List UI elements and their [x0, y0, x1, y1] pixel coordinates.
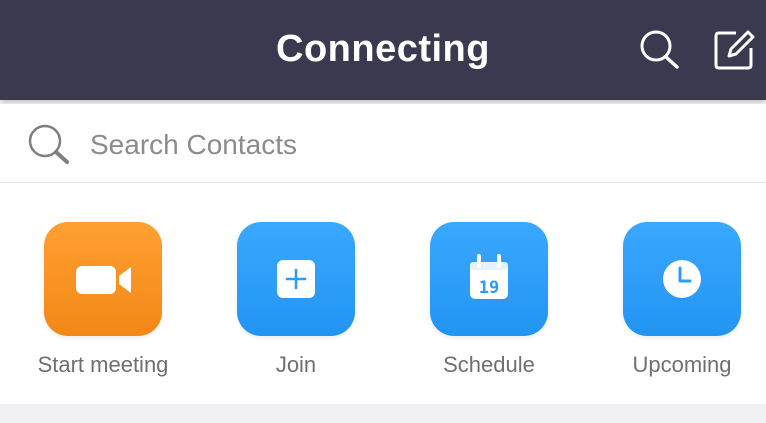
search-contacts-input[interactable] — [88, 126, 732, 164]
join-button[interactable]: Join — [206, 222, 386, 378]
start-meeting-button[interactable]: Start meeting — [13, 222, 193, 378]
quick-actions: Start meeting Join 19 Schedule Upcoming — [0, 222, 766, 392]
video-camera-icon — [76, 266, 131, 294]
compose-icon — [714, 30, 755, 70]
join-label: Join — [275, 352, 317, 377]
calendar-icon: 19 — [470, 254, 508, 299]
schedule-button[interactable]: 19 Schedule — [399, 222, 579, 378]
schedule-tile[interactable]: 19 — [430, 222, 548, 336]
compose-button[interactable] — [710, 26, 758, 74]
schedule-label: Schedule — [443, 352, 535, 377]
start-meeting-tile[interactable] — [44, 222, 162, 336]
section-divider — [0, 404, 766, 423]
upcoming-button[interactable]: Upcoming — [592, 222, 766, 378]
app-header: Connecting — [0, 0, 766, 100]
search-bar — [0, 104, 766, 183]
join-tile[interactable] — [237, 222, 355, 336]
search-icon — [640, 30, 679, 69]
upcoming-tile[interactable] — [623, 222, 741, 336]
calendar-day-number: 19 — [479, 278, 499, 298]
upcoming-label: Upcoming — [632, 352, 732, 377]
plus-icon — [277, 260, 315, 298]
search-icon — [28, 124, 69, 164]
header-search-button[interactable] — [636, 26, 684, 74]
start-meeting-label: Start meeting — [37, 352, 169, 377]
clock-icon — [663, 260, 701, 298]
